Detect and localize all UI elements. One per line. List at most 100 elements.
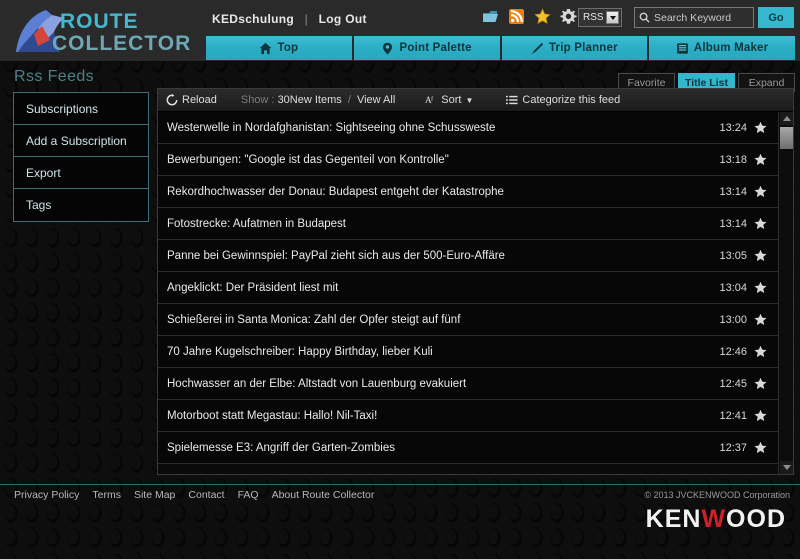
categorize-button[interactable]: Categorize this feed: [506, 94, 620, 106]
feed-item-time: 13:24: [719, 121, 747, 134]
sidebar-item-label: Add a Subscription: [26, 133, 127, 148]
tab-album-maker-label: Album Maker: [693, 42, 769, 54]
favorite-star-icon[interactable]: [754, 377, 767, 390]
route-collector-logo[interactable]: ROUTE COLLECTOR: [8, 6, 204, 58]
favorite-star-icon[interactable]: [754, 121, 767, 134]
feed-item-time: 13:04: [719, 281, 747, 294]
feed-panel: Reload Show : 30New Items / View All A f…: [157, 88, 794, 475]
star-icon[interactable]: [534, 8, 551, 25]
favorite-star-icon[interactable]: [754, 345, 767, 358]
search-input[interactable]: [654, 11, 750, 24]
map-pin-icon: [383, 42, 393, 54]
feed-item-time: 13:14: [719, 185, 747, 198]
feed-list-item[interactable]: Schießerei in Santa Monica: Zahl der Opf…: [158, 304, 793, 336]
sidebar-item-subscriptions[interactable]: Subscriptions: [14, 93, 148, 125]
rss-icon[interactable]: [508, 8, 525, 25]
tab-top[interactable]: Top: [206, 36, 352, 60]
footer-link-privacy-policy[interactable]: Privacy Policy: [14, 489, 79, 501]
scrollbar-thumb[interactable]: [780, 127, 793, 149]
sidebar-item-tags[interactable]: Tags: [14, 189, 148, 221]
chevron-down-icon[interactable]: [606, 11, 619, 24]
favorite-star-icon[interactable]: [754, 409, 767, 422]
feed-list-item[interactable]: Spielemesse E3: Angriff der Garten-Zombi…: [158, 432, 793, 464]
feed-item-title: 70 Jahre Kugelschreiber: Happy Birthday,…: [167, 345, 433, 358]
search-scope-select[interactable]: RSS: [578, 8, 622, 27]
tab-point-palette-label: Point Palette: [399, 42, 472, 54]
feed-item-title: Schießerei in Santa Monica: Zahl der Opf…: [167, 313, 461, 326]
reload-icon: [166, 94, 178, 106]
scroll-down-arrow-icon[interactable]: [780, 461, 793, 474]
show-filter: Show : 30New Items / View All: [241, 94, 395, 106]
feed-item-time: 13:18: [719, 153, 747, 166]
tab-trip-planner-label: Trip Planner: [548, 42, 618, 54]
feed-item-title: Hochwasser an der Elbe: Altstadt von Lau…: [167, 377, 467, 390]
footer-link-contact[interactable]: Contact: [188, 489, 224, 501]
kenwood-logo-accent: W: [701, 505, 727, 533]
footer-link-list: Privacy Policy Terms Site Map Contact FA…: [14, 489, 374, 501]
kenwood-logo-part2: OOD: [726, 505, 786, 533]
feed-scrollbar[interactable]: [778, 112, 793, 474]
list-icon: [506, 95, 518, 105]
new-items-link[interactable]: 30New Items: [278, 94, 342, 106]
sidebar-item-add-a-subscription[interactable]: Add a Subscription: [14, 125, 148, 157]
search-field-wrapper[interactable]: [634, 7, 754, 28]
sidebar-item-export[interactable]: Export: [14, 157, 148, 189]
feed-list-item[interactable]: Fotostrecke: Aufatmen in Budapest 13:14: [158, 208, 793, 240]
feed-item-title: Angeklickt: Der Präsident liest mit: [167, 281, 339, 294]
footer-link-faq[interactable]: FAQ: [238, 489, 259, 501]
svg-text:f: f: [431, 95, 434, 102]
gear-icon[interactable]: [560, 8, 577, 25]
feed-list-item[interactable]: Motorboot statt Megastau: Hallo! Nil-Tax…: [158, 400, 793, 432]
favorite-star-icon[interactable]: [754, 281, 767, 294]
feed-item-time: 12:46: [719, 345, 747, 358]
favorite-star-icon[interactable]: [754, 313, 767, 326]
feed-item-title: Motorboot statt Megastau: Hallo! Nil-Tax…: [167, 409, 378, 422]
feed-list-item[interactable]: Angeklickt: Der Präsident liest mit 13:0…: [158, 272, 793, 304]
favorite-star-icon[interactable]: [754, 249, 767, 262]
favorite-star-icon[interactable]: [754, 153, 767, 166]
feed-list-item[interactable]: Westerwelle in Nordafghanistan: Sightsee…: [158, 112, 793, 144]
feed-item-title: Spielemesse E3: Angriff der Garten-Zombi…: [167, 441, 395, 454]
feed-item-title: Westerwelle in Nordafghanistan: Sightsee…: [167, 121, 496, 134]
view-all-link[interactable]: View All: [357, 94, 395, 106]
logout-link[interactable]: Log Out: [319, 12, 367, 26]
feed-item-time: 13:05: [719, 249, 747, 262]
feed-folder-icon[interactable]: [482, 8, 499, 25]
favorite-star-icon[interactable]: [754, 441, 767, 454]
feed-item-time: 13:00: [719, 313, 747, 326]
feed-list-item[interactable]: Panne bei Gewinnspiel: PayPal zieht sich…: [158, 240, 793, 272]
show-label: Show :: [240, 94, 275, 106]
favorite-star-icon[interactable]: [754, 185, 767, 198]
search-go-button[interactable]: Go: [758, 7, 794, 28]
sidebar-item-label: Tags: [26, 198, 52, 212]
kenwood-logo-part1: KEN: [645, 505, 702, 533]
footer-link-terms[interactable]: Terms: [92, 489, 121, 501]
footer-link-site-map[interactable]: Site Map: [134, 489, 175, 501]
tab-point-palette[interactable]: Point Palette: [353, 36, 500, 60]
feed-item-title: Bewerbungen: "Google ist das Gegenteil v…: [167, 153, 449, 166]
sort-icon: A f: [425, 95, 434, 105]
footer-divider: [0, 484, 800, 485]
home-icon: [260, 42, 272, 54]
site-header: ROUTE COLLECTOR KEDschulung | Log Out RS…: [0, 0, 800, 62]
tab-trip-planner[interactable]: Trip Planner: [501, 36, 648, 60]
reload-button[interactable]: Reload: [166, 94, 217, 106]
show-separator: /: [347, 94, 351, 106]
copyright-text: © 2013 JVCKENWOOD Corporation: [644, 490, 790, 500]
userbar-separator: |: [304, 12, 309, 26]
scroll-up-arrow-icon[interactable]: [780, 112, 793, 125]
footer-link-about[interactable]: About Route Collector: [272, 489, 375, 501]
favorite-star-icon[interactable]: [754, 217, 767, 230]
sort-label: Sort: [441, 94, 462, 106]
search-icon: [639, 12, 650, 23]
feed-item-list: Westerwelle in Nordafghanistan: Sightsee…: [158, 112, 793, 474]
tab-album-maker[interactable]: Album Maker: [649, 36, 795, 60]
feed-list-item[interactable]: Bewerbungen: "Google ist das Gegenteil v…: [158, 144, 793, 176]
main-nav-tabs: Top Point Palette Trip Planner Album Mak…: [206, 36, 795, 60]
feed-list-item[interactable]: Hochwasser an der Elbe: Altstadt von Lau…: [158, 368, 793, 400]
sort-button[interactable]: A f Sort ▼: [425, 94, 473, 106]
feed-list-item[interactable]: 70 Jahre Kugelschreiber: Happy Birthday,…: [158, 336, 793, 368]
feed-item-time: 13:14: [719, 217, 747, 230]
feed-list-item[interactable]: Rekordhochwasser der Donau: Budapest ent…: [158, 176, 793, 208]
svg-text:ROUTE: ROUTE: [60, 10, 139, 33]
